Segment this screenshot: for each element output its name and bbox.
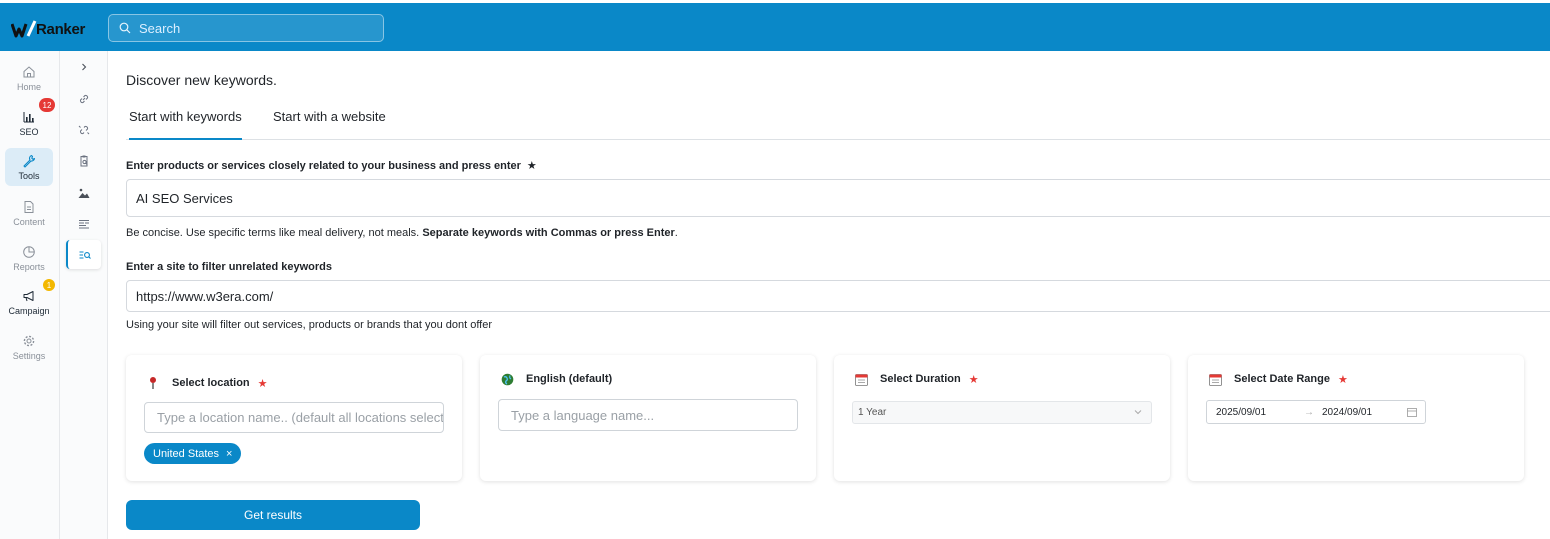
broken-link-icon [78, 125, 90, 135]
subnav-images[interactable] [76, 185, 92, 201]
logo-mark-icon [11, 20, 37, 38]
date-range-card: Select Date Range ★ 2025/09/01 → 2024/09… [1188, 355, 1524, 481]
location-chip-label: United States [153, 447, 220, 460]
nav-tools-label: Tools [18, 171, 40, 181]
language-title: English (default) [500, 372, 612, 386]
home-icon [23, 66, 35, 78]
duration-value: 1 Year [858, 407, 887, 418]
language-title-text: English (default) [526, 373, 613, 385]
chevron-right-icon [82, 63, 87, 71]
start-date[interactable]: 2025/09/01 [1216, 407, 1266, 418]
location-title-text: Select location [172, 377, 250, 389]
calendar-icon [1208, 372, 1222, 386]
range-arrow-icon: → [1304, 407, 1314, 418]
chevron-down-icon [1134, 410, 1142, 415]
duration-title: Select Duration ★ [854, 372, 979, 386]
nav-seo-label: SEO [19, 127, 39, 137]
date-range-title-text: Select Date Range [1234, 373, 1330, 385]
date-range-title: Select Date Range ★ [1208, 372, 1348, 386]
keywords-label: Enter products or services closely relat… [126, 159, 537, 172]
location-input[interactable] [144, 402, 444, 433]
search-input[interactable] [139, 20, 369, 36]
megaphone-icon [23, 291, 34, 302]
search-box[interactable] [108, 14, 384, 42]
nav-reports-label: Reports [13, 262, 45, 272]
nav-tools[interactable]: Tools [5, 148, 53, 186]
keywords-required-mark: ★ [526, 160, 537, 172]
site-help: Using your site will filter out services… [126, 319, 493, 331]
keyword-search-icon [79, 251, 91, 259]
language-input[interactable] [498, 399, 798, 431]
language-card: English (default) [480, 355, 816, 481]
wrench-icon [23, 154, 36, 168]
pie-chart-icon [23, 246, 35, 258]
nav-reports[interactable]: Reports [5, 239, 53, 279]
calendar-icon [854, 372, 868, 386]
nav-settings-label: Settings [12, 351, 46, 361]
location-required-mark: ★ [257, 377, 268, 390]
subnav-links[interactable] [76, 91, 92, 107]
page-title: Discover new keywords. [126, 72, 277, 88]
duration-select[interactable]: 1 Year [852, 401, 1152, 424]
left-nav-rail: Home SEO 12 Tools Content Reports Campai… [0, 51, 60, 539]
duration-card: Select Duration ★ 1 Year [834, 355, 1170, 481]
app-logo[interactable]: Ranker [11, 19, 85, 39]
nav-content[interactable]: Content [5, 194, 53, 234]
search-icon [119, 22, 131, 34]
location-card: Select location ★ United States × [126, 355, 462, 481]
subnav-list[interactable] [76, 216, 92, 232]
date-range-picker[interactable]: 2025/09/01 → 2024/09/01 [1206, 400, 1426, 424]
nav-home-label: Home [16, 82, 41, 92]
tab-bar: Start with keywords Start with a website [126, 101, 1550, 140]
globe-icon [500, 372, 514, 386]
expand-chevron-button[interactable] [76, 59, 92, 75]
duration-title-text: Select Duration [880, 373, 961, 385]
nav-home[interactable]: Home [5, 59, 53, 99]
map-pin-icon [146, 376, 160, 390]
nav-campaign-label: Campaign [8, 306, 50, 316]
site-url-input[interactable] [126, 280, 1550, 312]
top-bar: Ranker [0, 3, 1550, 51]
subnav-keyword-research[interactable] [66, 240, 101, 269]
location-chip: United States × [144, 443, 242, 464]
keywords-help-text: Be concise. Use specific terms like meal… [126, 227, 420, 239]
gear-icon [23, 335, 35, 347]
logo-text: Ranker [36, 20, 86, 38]
tools-sub-rail [60, 51, 108, 539]
keywords-help-end: . [674, 227, 678, 239]
tab-start-with-website[interactable]: Start with a website [273, 109, 386, 139]
keywords-input[interactable] [126, 179, 1550, 217]
keywords-help-emphasis: Separate keywords with Commas or press E… [422, 227, 675, 239]
tab-start-with-keywords[interactable]: Start with keywords [129, 109, 242, 140]
bar-chart-icon [23, 112, 34, 123]
nav-content-label: Content [13, 217, 45, 227]
site-label: Enter a site to filter unrelated keyword… [126, 261, 333, 273]
list-icon [79, 220, 89, 229]
campaign-count-badge: 1 [43, 279, 55, 291]
subnav-broken-links[interactable] [76, 122, 92, 138]
link-icon [79, 94, 89, 104]
image-icon [78, 188, 90, 198]
nav-settings[interactable]: Settings [5, 328, 53, 368]
get-results-button[interactable]: Get results [126, 500, 420, 530]
keywords-label-text: Enter products or services closely relat… [126, 160, 521, 172]
seo-count-badge: 12 [39, 98, 55, 112]
date-range-required-mark: ★ [1337, 373, 1348, 386]
location-title: Select location ★ [146, 376, 268, 390]
duration-required-mark: ★ [968, 373, 979, 386]
main-content: Discover new keywords. Start with keywor… [108, 51, 1550, 539]
subnav-audit[interactable] [76, 153, 92, 169]
chip-remove-button[interactable]: × [226, 448, 232, 460]
calendar-outline-icon [1407, 408, 1417, 417]
end-date[interactable]: 2024/09/01 [1322, 407, 1372, 418]
document-icon [24, 201, 34, 213]
keywords-help: Be concise. Use specific terms like meal… [126, 227, 678, 239]
clipboard-search-icon [80, 155, 88, 167]
